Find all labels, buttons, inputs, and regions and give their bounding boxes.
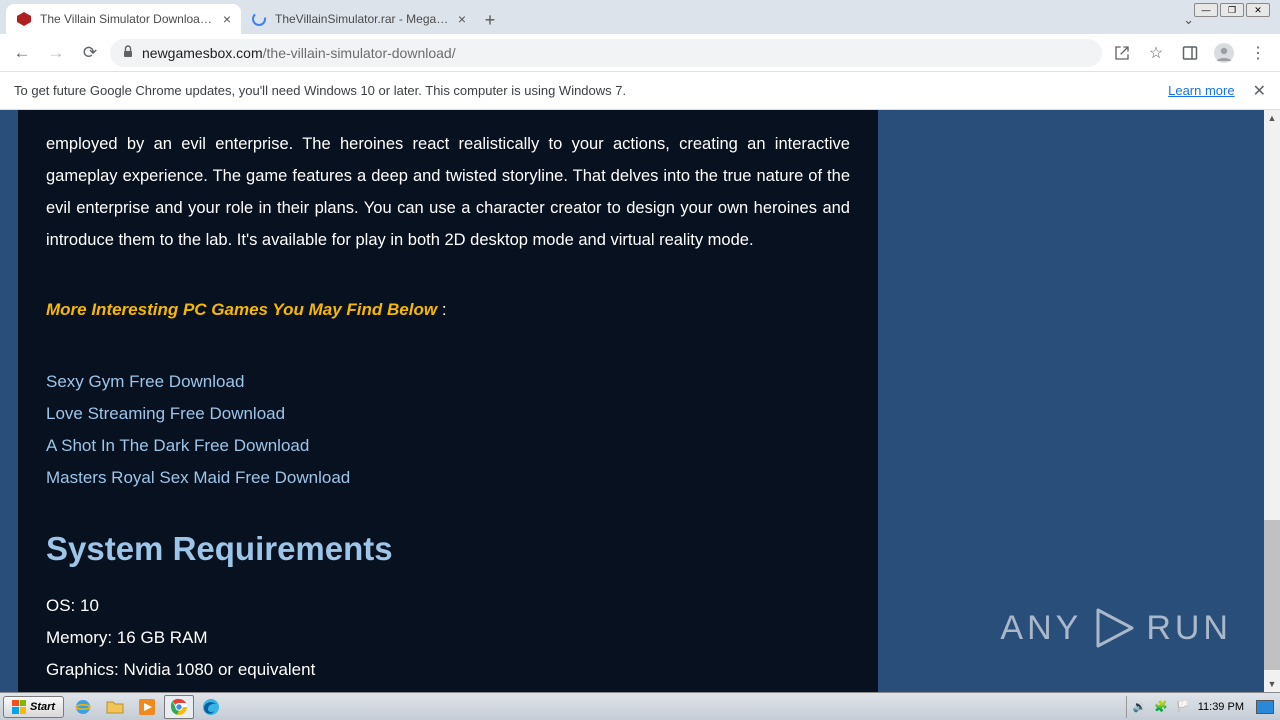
close-icon[interactable]: × [223,11,231,27]
taskbar-chrome-icon[interactable] [164,695,194,719]
requirement-line: Graphics: Nvidia 1080 or equivalent [46,654,850,686]
window-minimize-button[interactable]: — [1194,3,1218,17]
favicon-icon [16,11,32,27]
tab-title: The Villain Simulator Download Free | [40,12,215,26]
clock[interactable]: 11:39 PM [1198,701,1244,713]
volume-icon[interactable]: 🔉 [1133,700,1147,713]
reload-button[interactable]: ⟳ [76,39,104,67]
new-tab-button[interactable]: + [476,6,504,34]
system-tray: 🔉 🧩 🏳️ 11:39 PM [1126,696,1280,718]
menu-icon[interactable]: ⋮ [1244,39,1272,67]
link[interactable]: Masters Royal Sex Maid Free Download [46,462,850,494]
flag-icon[interactable]: 🏳️ [1176,700,1190,713]
start-button[interactable]: Start [3,696,64,718]
loading-spinner-icon [251,11,267,27]
tray-icon[interactable]: 🧩 [1154,700,1168,713]
infobar-text: To get future Google Chrome updates, you… [14,83,626,98]
forward-button[interactable]: → [42,39,70,67]
learn-more-link[interactable]: Learn more [1168,83,1234,98]
url-input[interactable]: newgamesbox.com/the-villain-simulator-do… [110,39,1102,67]
profile-icon[interactable] [1210,39,1238,67]
show-desktop-icon[interactable] [1256,700,1274,714]
window-close-button[interactable]: ✕ [1246,3,1270,17]
tab-villain-simulator[interactable]: The Villain Simulator Download Free | × [6,4,241,34]
link[interactable]: Love Streaming Free Download [46,398,850,430]
system-requirements-heading: System Requirements [46,530,850,568]
related-links: Sexy Gym Free Download Love Streaming Fr… [46,366,850,494]
taskbar-ie-icon[interactable] [68,695,98,719]
lock-icon [122,45,134,61]
address-bar: ← → ⟳ newgamesbox.com/the-villain-simula… [0,34,1280,72]
bookmark-icon[interactable]: ☆ [1142,39,1170,67]
requirement-line: OS: 10 [46,590,850,622]
taskbar-edge-icon[interactable] [196,695,226,719]
link[interactable]: A Shot In The Dark Free Download [46,430,850,462]
scrollbar-thumb[interactable] [1264,520,1280,670]
tab-bar: The Villain Simulator Download Free | × … [0,0,1280,34]
requirement-line: Memory: 16 GB RAM [46,622,850,654]
taskbar-explorer-icon[interactable] [100,695,130,719]
page-viewport: employed by an evil enterprise. The hero… [0,110,1280,692]
play-icon [1092,606,1136,650]
tab-megaup[interactable]: TheVillainSimulator.rar - MegaUp × [241,4,476,34]
back-button[interactable]: ← [8,39,36,67]
window-maximize-button[interactable]: ❐ [1220,3,1244,17]
article-body: employed by an evil enterprise. The hero… [46,128,850,256]
article-content: employed by an evil enterprise. The hero… [18,110,878,692]
tab-title: TheVillainSimulator.rar - MegaUp [275,12,450,26]
chevron-down-icon[interactable]: ⌄ [1183,12,1194,28]
link[interactable]: Sexy Gym Free Download [46,366,850,398]
side-panel-icon[interactable] [1176,39,1204,67]
close-icon[interactable]: ✕ [1253,81,1266,101]
taskbar-media-icon[interactable] [132,695,162,719]
scroll-down-button[interactable]: ▼ [1264,676,1280,692]
update-infobar: To get future Google Chrome updates, you… [0,72,1280,110]
taskbar: Start 🔉 🧩 🏳️ 11:39 PM [0,692,1280,720]
scroll-up-button[interactable]: ▲ [1264,110,1280,126]
url-text: newgamesbox.com/the-villain-simulator-do… [142,45,456,61]
windows-logo-icon [12,700,26,714]
more-games-heading: More Interesting PC Games You May Find B… [46,300,850,320]
share-icon[interactable] [1108,39,1136,67]
close-icon[interactable]: × [458,11,466,27]
anyrun-watermark: ANY RUN [1000,606,1232,650]
